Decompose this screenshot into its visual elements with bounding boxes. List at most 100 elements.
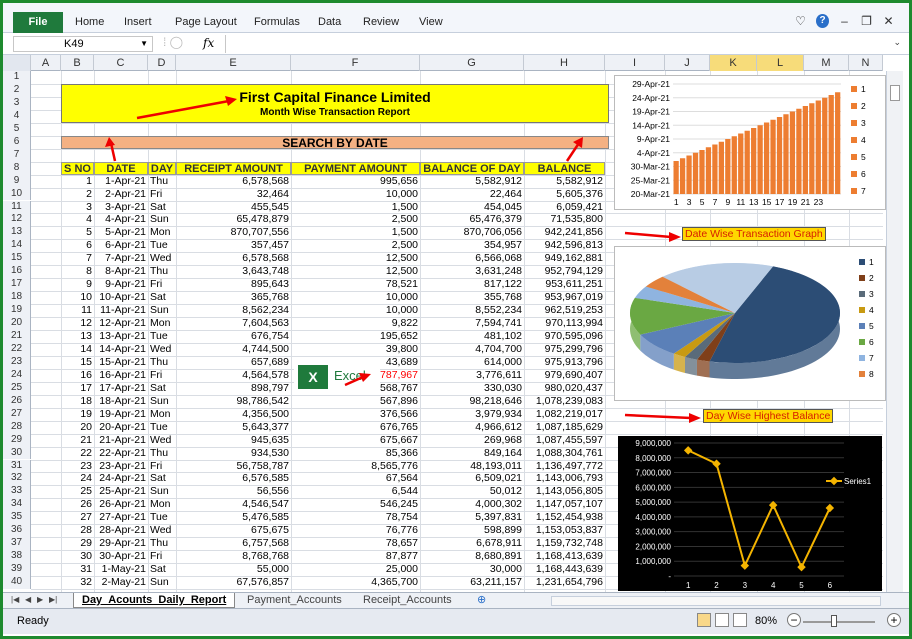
- row-header[interactable]: 15: [3, 252, 31, 266]
- chart1-bar[interactable]: [757, 125, 763, 194]
- table-cell[interactable]: 22: [61, 447, 94, 459]
- table-cell[interactable]: 78,657: [291, 537, 420, 549]
- name-box[interactable]: K49 ▼: [13, 36, 153, 52]
- chart1-bar[interactable]: [738, 133, 744, 195]
- table-cell[interactable]: 55,000: [176, 563, 291, 575]
- table-cell[interactable]: 4-Apr-21: [94, 213, 148, 225]
- table-cell[interactable]: 4,546,547: [176, 498, 291, 510]
- row-header[interactable]: 30: [3, 446, 31, 460]
- table-header-cell[interactable]: S NO: [61, 161, 94, 175]
- minimize-ribbon-icon[interactable]: ♡: [794, 14, 807, 28]
- table-cell[interactable]: 50,012: [420, 485, 524, 497]
- row-header[interactable]: 11: [3, 200, 31, 214]
- table-cell[interactable]: 7,604,563: [176, 317, 291, 329]
- row-header[interactable]: 13: [3, 226, 31, 240]
- table-cell[interactable]: 4,356,500: [176, 408, 291, 420]
- chart3-point[interactable]: [797, 562, 806, 572]
- table-cell[interactable]: 1,152,454,938: [524, 511, 605, 523]
- table-cell[interactable]: 15: [61, 356, 94, 368]
- table-cell[interactable]: 676,765: [291, 421, 420, 433]
- table-cell[interactable]: 6,566,068: [420, 252, 524, 264]
- row-header[interactable]: 25: [3, 381, 31, 395]
- column-header-e[interactable]: E: [176, 55, 291, 71]
- table-cell[interactable]: 13-Apr-21: [94, 330, 148, 342]
- zoom-in-button[interactable]: +: [887, 613, 901, 627]
- table-cell[interactable]: Fri: [148, 278, 176, 290]
- zoom-out-button[interactable]: −: [787, 613, 801, 627]
- table-cell[interactable]: Sat: [148, 291, 176, 303]
- table-cell[interactable]: 32,464: [176, 188, 291, 200]
- table-cell[interactable]: 29: [61, 537, 94, 549]
- table-cell[interactable]: 27: [61, 511, 94, 523]
- table-cell[interactable]: 6: [61, 239, 94, 251]
- table-cell[interactable]: 979,690,407: [524, 369, 605, 381]
- formula-input[interactable]: [225, 35, 889, 53]
- table-cell[interactable]: 1: [61, 175, 94, 187]
- table-cell[interactable]: 9-Apr-21: [94, 278, 148, 290]
- row-header[interactable]: 29: [3, 433, 31, 447]
- table-cell[interactable]: 8,680,891: [420, 550, 524, 562]
- table-cell[interactable]: 2,500: [291, 239, 420, 251]
- chart1-bar[interactable]: [686, 155, 692, 195]
- restore-icon[interactable]: ❐: [860, 14, 873, 28]
- table-cell[interactable]: 6,544: [291, 485, 420, 497]
- chart1-bar[interactable]: [796, 108, 802, 194]
- chart1-bar[interactable]: [705, 147, 712, 194]
- table-cell[interactable]: 18-Apr-21: [94, 395, 148, 407]
- table-cell[interactable]: 995,656: [291, 175, 420, 187]
- table-cell[interactable]: Sun: [148, 576, 176, 588]
- table-cell[interactable]: 195,652: [291, 330, 420, 342]
- table-cell[interactable]: 942,241,856: [524, 226, 605, 238]
- column-header-i[interactable]: I: [605, 55, 665, 71]
- table-cell[interactable]: Mon: [148, 498, 176, 510]
- chart1-bar[interactable]: [712, 144, 718, 195]
- table-cell[interactable]: 23: [61, 460, 94, 472]
- table-cell[interactable]: Tue: [148, 421, 176, 433]
- table-cell[interactable]: 376,566: [291, 408, 420, 420]
- table-cell[interactable]: 949,162,881: [524, 252, 605, 264]
- table-cell[interactable]: 9: [61, 278, 94, 290]
- chart3-point[interactable]: [740, 561, 750, 570]
- table-cell[interactable]: 8: [61, 265, 94, 277]
- row-header[interactable]: 14: [3, 239, 31, 253]
- table-cell[interactable]: 614,000: [420, 356, 524, 368]
- table-cell[interactable]: 78,521: [291, 278, 420, 290]
- chart1-bar[interactable]: [802, 106, 808, 194]
- table-cell[interactable]: 330,030: [420, 382, 524, 394]
- table-cell[interactable]: 1,087,455,597: [524, 434, 605, 446]
- chart3-point[interactable]: [712, 459, 721, 468]
- row-header[interactable]: 31: [3, 459, 31, 473]
- table-cell[interactable]: 970,595,096: [524, 330, 605, 342]
- table-cell[interactable]: 10,000: [291, 304, 420, 316]
- file-tab[interactable]: File: [13, 12, 63, 33]
- close-icon[interactable]: ✕: [882, 14, 895, 28]
- column-header-k[interactable]: K: [710, 55, 757, 71]
- table-cell[interactable]: 8,565,776: [291, 460, 420, 472]
- table-cell[interactable]: 12-Apr-21: [94, 317, 148, 329]
- chart1-bar[interactable]: [679, 158, 686, 194]
- table-cell[interactable]: 22,464: [420, 188, 524, 200]
- table-cell[interactable]: 2-May-21: [94, 576, 148, 588]
- table-cell[interactable]: 1,143,056,805: [524, 485, 605, 497]
- row-header[interactable]: 33: [3, 485, 31, 499]
- chart1-bar[interactable]: [718, 141, 724, 194]
- tab-insert[interactable]: Insert: [124, 16, 152, 28]
- table-cell[interactable]: 30,000: [420, 563, 524, 575]
- table-cell[interactable]: 3,979,934: [420, 408, 524, 420]
- table-cell[interactable]: 1,078,239,083: [524, 395, 605, 407]
- prev-sheet-icon[interactable]: ◀: [25, 595, 31, 604]
- table-cell[interactable]: 56,556: [176, 485, 291, 497]
- table-cell[interactable]: 454,045: [420, 201, 524, 213]
- table-cell[interactable]: 8,552,234: [420, 304, 524, 316]
- table-cell[interactable]: 1,159,732,748: [524, 537, 605, 549]
- table-cell[interactable]: 934,530: [176, 447, 291, 459]
- table-cell[interactable]: 6,059,421: [524, 201, 605, 213]
- table-cell[interactable]: 21-Apr-21: [94, 434, 148, 446]
- table-cell[interactable]: 9,822: [291, 317, 420, 329]
- table-cell[interactable]: 4: [61, 213, 94, 225]
- table-cell[interactable]: 952,794,129: [524, 265, 605, 277]
- table-cell[interactable]: 6,578,568: [176, 252, 291, 264]
- chart1-bar[interactable]: [751, 128, 757, 194]
- sheet-tab-payment[interactable]: Payment_Accounts: [239, 593, 350, 608]
- table-cell[interactable]: 870,707,556: [176, 226, 291, 238]
